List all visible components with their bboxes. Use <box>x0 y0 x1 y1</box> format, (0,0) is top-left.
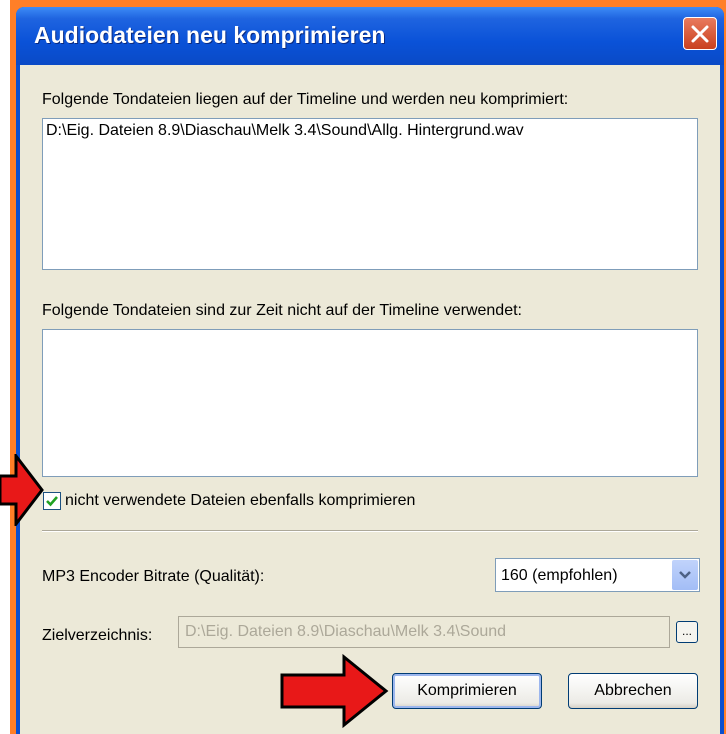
used-files-list[interactable]: D:\Eig. Dateien 8.9\Diaschau\Melk 3.4\So… <box>42 118 698 270</box>
dropdown-button[interactable] <box>672 560 698 590</box>
close-icon <box>691 25 709 43</box>
cancel-button[interactable]: Abbrechen <box>568 673 698 709</box>
compress-unused-checkbox[interactable] <box>43 492 61 510</box>
target-folder-label: Zielverzeichnis: <box>42 627 153 644</box>
divider <box>42 530 698 532</box>
used-files-label: Folgende Tondateien liegen auf der Timel… <box>42 91 569 108</box>
dialog-body: Folgende Tondateien liegen auf der Timel… <box>20 65 720 734</box>
unused-files-label: Folgende Tondateien sind zur Zeit nicht … <box>42 302 522 319</box>
compress-unused-label: nicht verwendete Dateien ebenfalls kompr… <box>65 492 416 509</box>
title-bar[interactable]: Audiodateien neu komprimieren <box>16 7 724 65</box>
bitrate-label: MP3 Encoder Bitrate (Qualität): <box>42 568 265 585</box>
red-arrow-icon <box>0 454 44 526</box>
close-button[interactable] <box>683 17 717 50</box>
list-item[interactable]: D:\Eig. Dateien 8.9\Diaschau\Melk 3.4\So… <box>46 122 524 140</box>
bitrate-select[interactable]: 160 (empfohlen) <box>495 558 700 592</box>
dialog-window: Audiodateien neu komprimieren Folgende T… <box>16 7 724 734</box>
browse-button[interactable]: ... <box>676 621 698 643</box>
red-arrow-icon <box>280 653 389 729</box>
bitrate-value: 160 (empfohlen) <box>501 567 618 584</box>
unused-files-list[interactable] <box>42 329 698 477</box>
window-title: Audiodateien neu komprimieren <box>34 22 386 48</box>
target-folder-field: D:\Eig. Dateien 8.9\Diaschau\Melk 3.4\So… <box>178 616 670 648</box>
compress-button[interactable]: Komprimieren <box>392 673 542 709</box>
checkmark-icon <box>46 496 58 507</box>
target-folder-value: D:\Eig. Dateien 8.9\Diaschau\Melk 3.4\So… <box>185 623 507 640</box>
chevron-down-icon <box>679 571 691 579</box>
